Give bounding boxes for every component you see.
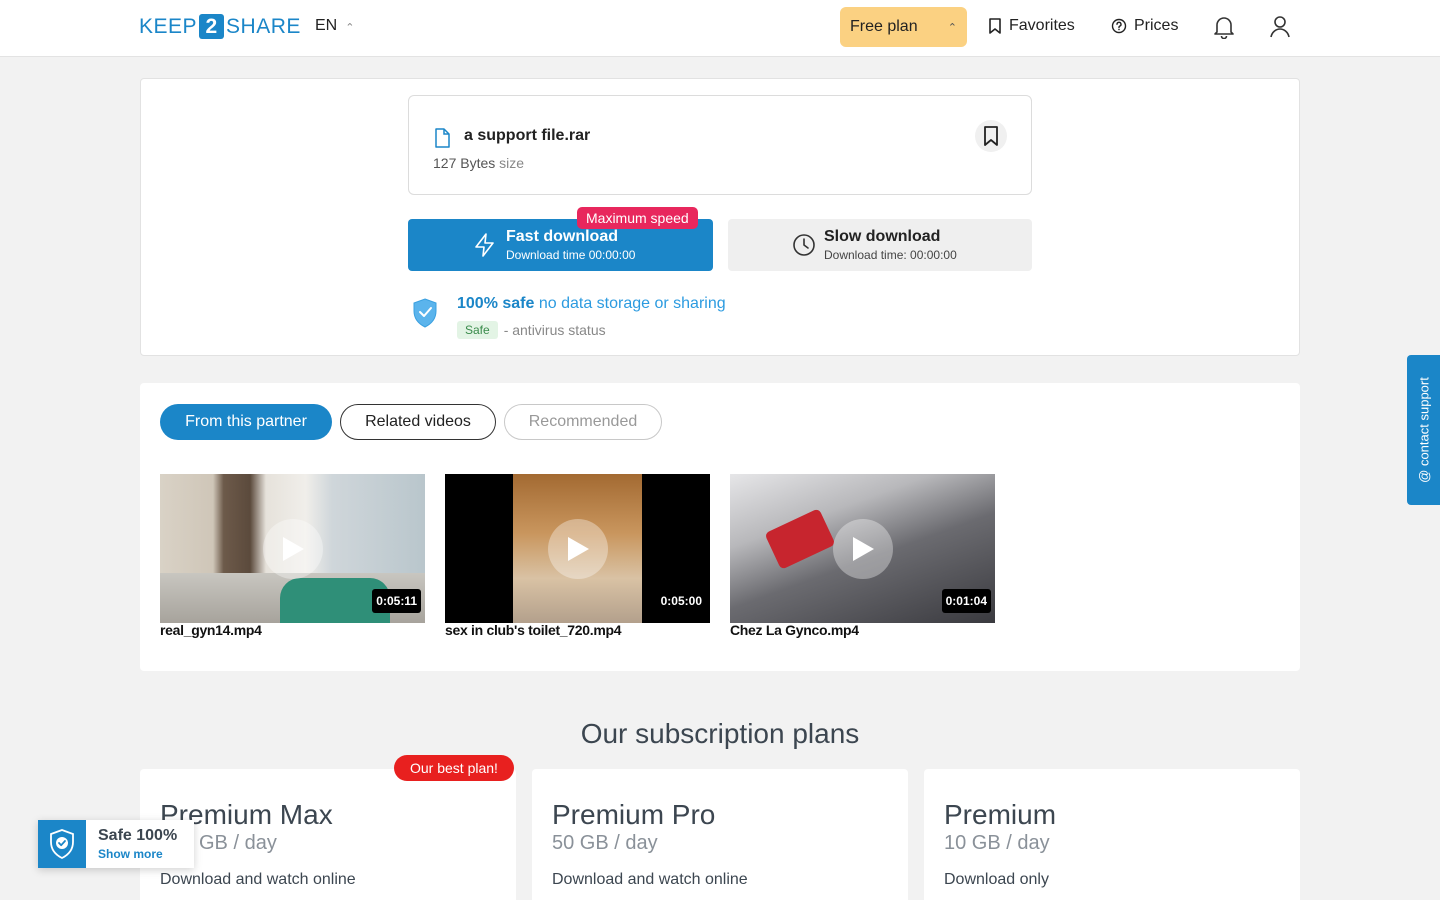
videos-panel: From this partner Related videos Recomme… [140,383,1300,671]
logo-text-mid: 2 [199,14,225,39]
maximum-speed-badge: Maximum speed [577,207,698,229]
plan-card-premium-pro[interactable]: Premium Pro 50 GB / day Download and wat… [532,769,908,900]
clock-icon [793,234,815,256]
bell-icon[interactable] [1213,15,1235,39]
bookmark-icon [984,126,998,146]
free-plan-button[interactable]: Free plan ⌃ [840,7,967,47]
fast-download-title: Fast download [506,228,618,245]
prices-label: Prices [1134,17,1179,34]
safe-badge-widget[interactable]: Safe 100% Show more [38,820,194,868]
slow-download-time: Download time: 00:00:00 [824,248,957,262]
safe-widget-title: Safe 100% [98,827,178,844]
plan-label: Free plan [850,18,918,35]
contact-support-label: @ contact support [1416,377,1431,483]
play-icon[interactable] [548,519,608,579]
safe-bold: 100% safe [457,295,535,312]
bookmark-icon [989,18,1001,34]
tab-from-this-partner[interactable]: From this partner [160,404,332,440]
tab-related-videos[interactable]: Related videos [340,404,496,440]
logo-text-right: SHARE [226,14,301,38]
video-thumbnail[interactable]: 0:05:11 [160,474,425,623]
plan-quota: 10 GB / day [944,832,1050,854]
play-icon[interactable] [833,519,893,579]
logo-text-left: KEEP [139,14,198,38]
favorites-link[interactable]: Favorites [988,17,1075,35]
safe-statement: 100% safe no data storage or sharing [457,295,726,313]
language-selector[interactable]: EN ⌃ [315,17,354,35]
video-title[interactable]: Chez La Gynco.mp4 [730,623,995,637]
best-plan-badge: Our best plan! [394,755,514,781]
contact-support-button[interactable]: @ contact support [1407,355,1440,505]
top-header: KEEP 2 SHARE EN ⌃ Free plan ⌃ Favorites Pr… [0,0,1440,57]
video-card[interactable]: 0:05:11 real_gyn14.mp4 [160,474,425,637]
chevron-up-icon: ⌃ [947,21,957,34]
plan-description: Download and watch online [552,871,748,888]
video-thumbnail[interactable]: 0:05:00 [445,474,710,623]
plan-description: Download and watch online [160,871,356,888]
show-more-link[interactable]: Show more [98,847,163,861]
plan-name: Premium Pro [552,799,716,830]
plan-card-premium[interactable]: Premium 10 GB / day Download only [924,769,1300,900]
fast-download-time: Download time 00:00:00 [506,248,636,262]
subscription-plans-title: Our subscription plans [580,718,860,749]
file-panel: a support file.rar 127 Bytes size Fast d… [140,78,1300,356]
chevron-up-icon: ⌃ [345,21,355,34]
slow-download-title: Slow download [824,228,941,245]
video-duration: 0:05:11 [372,589,421,613]
video-duration: 0:05:00 [656,589,706,613]
language-label: EN [315,17,338,34]
lightning-icon [475,233,494,257]
tab-recommended[interactable]: Recommended [504,404,662,440]
favorites-label: Favorites [1009,17,1075,34]
help-circle-icon [1111,18,1127,34]
play-icon[interactable] [263,519,323,579]
plan-name: Premium [944,799,1057,830]
video-thumbnail[interactable]: 0:01:04 [730,474,995,623]
file-info-card: a support file.rar 127 Bytes size [408,95,1032,195]
shield-check-icon [413,298,437,328]
safe-chip: Safe [457,321,498,339]
user-icon[interactable] [1269,15,1291,39]
thumbnail-scene [764,508,836,570]
keep2share-logo[interactable]: KEEP 2 SHARE [139,14,301,39]
video-duration: 0:01:04 [941,589,991,613]
prices-link[interactable]: Prices [1111,17,1178,35]
plan-quota: 50 GB / day [552,832,658,854]
bookmark-button[interactable] [975,120,1007,152]
video-card[interactable]: 0:05:00 sex in club's toilet_720.mp4 [445,474,710,637]
safe-rest: no data storage or sharing [538,295,726,312]
video-card[interactable]: 0:01:04 Chez La Gynco.mp4 [730,474,995,637]
antivirus-label: - antivirus status [503,322,606,338]
plan-quota-text: GB / day [199,832,277,854]
antivirus-status: Safe - antivirus status [457,321,606,339]
file-name: a support file.rar [464,127,591,144]
file-icon [435,128,450,148]
shield-check-icon [38,820,86,868]
plan-card-premium-max[interactable]: Premium Max GB / day Download and watch … [140,769,516,900]
file-size-unit: size [499,155,525,171]
file-size: 127 Bytes size [433,155,524,171]
file-size-value: 127 Bytes [433,155,496,171]
video-title[interactable]: sex in club's toilet_720.mp4 [445,623,710,637]
slow-download-button[interactable]: Slow download Download time: 00:00:00 [728,219,1032,271]
video-title[interactable]: real_gyn14.mp4 [160,623,425,637]
plan-description: Download only [944,871,1049,888]
